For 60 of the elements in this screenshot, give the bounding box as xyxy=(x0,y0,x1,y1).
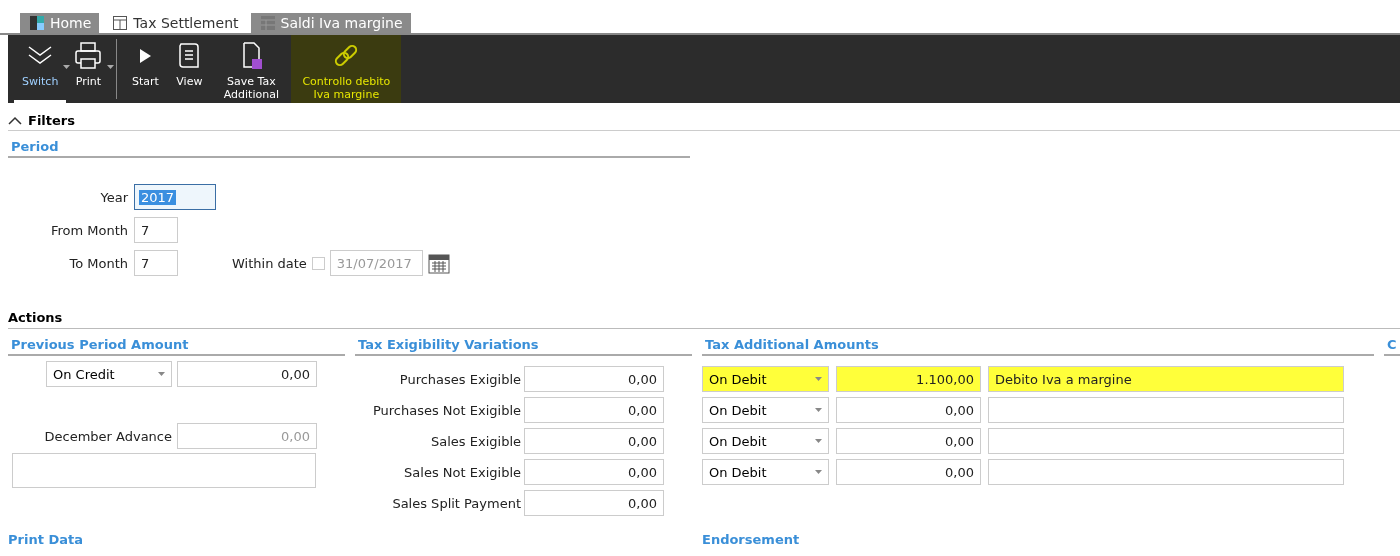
month-field[interactable]: 7 xyxy=(134,217,178,243)
field-label: Sales Split Payment xyxy=(392,495,521,511)
section-title: Tax Exigibility Variations xyxy=(358,337,539,352)
amount-field[interactable]: 0,00 xyxy=(524,490,664,516)
field-label: Purchases Exigible xyxy=(399,371,521,387)
toolbar-button[interactable]: Controllo debito Iva margine xyxy=(291,35,402,103)
toolbar-button[interactable]: Start xyxy=(123,35,168,103)
section-title: C xyxy=(1387,337,1397,352)
collapse-chevron-icon[interactable] xyxy=(8,116,22,125)
debit-dropdown[interactable]: On Debit xyxy=(702,459,829,485)
checkbox[interactable] xyxy=(311,256,325,270)
field-label: December Advance xyxy=(44,428,172,444)
section-title: Actions xyxy=(8,310,63,325)
section-title: Previous Period Amount xyxy=(11,337,189,352)
section-title: Tax Additional Amounts xyxy=(705,337,879,352)
section-title: Filters xyxy=(28,113,75,128)
amount-field[interactable]: 0,00 xyxy=(177,361,317,387)
section-title: Print Data xyxy=(8,532,84,547)
dropdown-caret-icon[interactable] xyxy=(815,377,822,381)
field-label: Sales Not Exigible xyxy=(404,464,521,480)
field-label: From Month xyxy=(49,222,128,238)
field-label: Sales Exigible xyxy=(431,433,521,449)
amount-field[interactable]: 0,00 xyxy=(836,428,981,454)
amount-field[interactable]: 0,00 xyxy=(524,428,664,454)
credit-dropdown[interactable]: On Credit xyxy=(46,361,172,387)
calendar-icon[interactable] xyxy=(427,252,450,274)
field-label: Year xyxy=(99,189,128,205)
amount-field[interactable]: 0,00 xyxy=(836,397,981,423)
dropdown-caret-icon[interactable] xyxy=(63,65,71,69)
dropdown-caret-icon[interactable] xyxy=(815,408,822,412)
field-label: Within date xyxy=(232,255,307,271)
form-icon xyxy=(113,16,128,30)
amount-field[interactable]: 0,00 xyxy=(524,397,664,423)
toolbar-button[interactable]: Switch xyxy=(14,35,67,103)
month-field[interactable]: 7 xyxy=(134,250,178,276)
description-field[interactable] xyxy=(988,459,1344,485)
dropdown-caret-icon[interactable] xyxy=(815,470,822,474)
dropdown-caret-icon[interactable] xyxy=(158,372,165,376)
home-icon xyxy=(30,16,44,30)
amount-field[interactable]: 1.100,00 xyxy=(836,366,981,392)
dropdown-caret-icon[interactable] xyxy=(815,439,822,443)
printer-icon xyxy=(74,41,103,71)
dropdown-caret-icon[interactable] xyxy=(107,65,115,69)
section-title: Period xyxy=(11,139,59,154)
field-label: Purchases Not Exigible xyxy=(372,402,521,418)
section-title: Endorsement xyxy=(702,532,801,547)
description-field[interactable] xyxy=(988,397,1344,423)
debit-dropdown[interactable]: On Debit xyxy=(702,397,829,423)
debit-dropdown[interactable]: On Debit xyxy=(702,428,829,454)
field-label: To Month xyxy=(68,255,128,271)
amount-field[interactable]: 0,00 xyxy=(836,459,981,485)
description-field[interactable] xyxy=(988,428,1344,454)
amount-field[interactable]: 0,00 xyxy=(524,459,664,485)
toolbar-button[interactable]: Save Tax Additional xyxy=(211,35,292,103)
toolbar-button[interactable]: Print xyxy=(66,35,111,103)
table-icon xyxy=(260,16,275,30)
toolbar-button[interactable]: View xyxy=(167,35,212,103)
description-field[interactable]: Debito Iva a margine xyxy=(988,366,1344,392)
debit-dropdown[interactable]: On Debit xyxy=(702,366,829,392)
amount-field[interactable]: 0,00 xyxy=(524,366,664,392)
